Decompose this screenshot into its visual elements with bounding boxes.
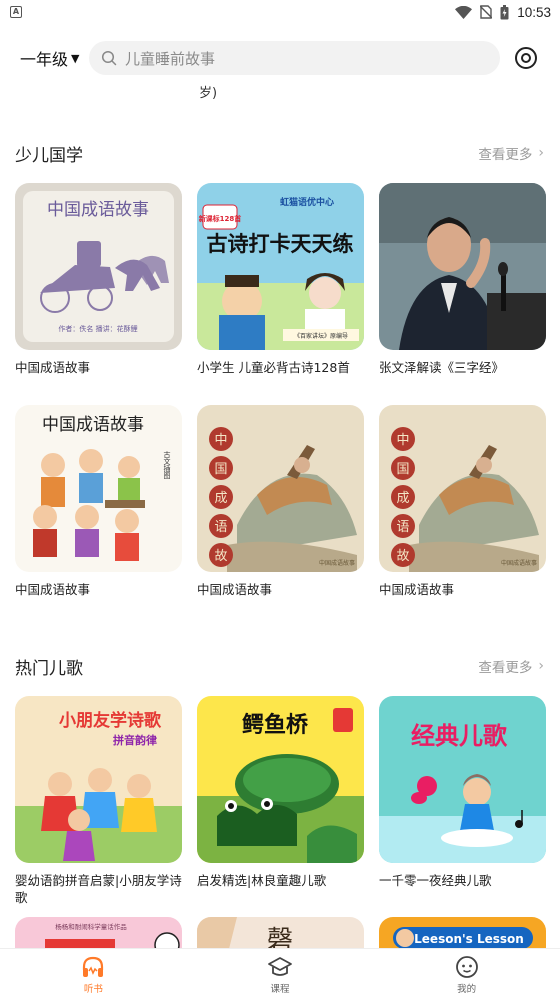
cover-title: 经典儿歌 — [411, 722, 508, 750]
grade-selector[interactable]: 一年级 ▼ — [20, 40, 79, 76]
wifi-icon — [455, 5, 473, 19]
nav-tab-listen[interactable]: 听书 — [0, 949, 187, 997]
svg-text:成: 成 — [214, 491, 227, 506]
svg-text:中: 中 — [214, 433, 227, 448]
album-cover[interactable]: 经典儿歌 — [379, 696, 546, 863]
album-cover[interactable]: 鳄鱼桥 — [197, 696, 364, 863]
album-cover[interactable] — [379, 183, 546, 350]
svg-text:古文插图: 古文插图 — [163, 450, 171, 480]
album-title: 中国成语故事 — [197, 582, 273, 597]
album-card[interactable]: 中国成语故 中国成语故事 中国成语故事 — [197, 405, 364, 598]
face-icon — [455, 956, 478, 978]
album-card[interactable]: 小朋友学诗歌 拼音韵律 婴幼语韵拼音启蒙|小朋友学诗歌 — [15, 696, 182, 906]
section-title-erge: 热门儿歌 — [15, 659, 83, 679]
album-cover[interactable]: 中国成语故事 古文插图 — [15, 405, 182, 572]
cover-credit: 作者：佚名 播讲：花酥鲤 — [58, 324, 137, 333]
svg-text:国: 国 — [214, 462, 227, 477]
album-card[interactable]: 张文泽解读《三字经》 — [379, 183, 546, 376]
section-title-guoxue: 少儿国学 — [15, 146, 83, 166]
album-title: 中国成语故事 — [379, 582, 455, 597]
svg-text:故: 故 — [214, 549, 227, 564]
notification-a-icon: A — [10, 6, 22, 18]
nav-tab-mine[interactable]: 我的 — [373, 949, 560, 997]
cover-subtitle: 《百家讲坛》原编导 — [294, 332, 348, 340]
search-bar[interactable]: 儿童睡前故事 — [89, 41, 500, 75]
album-title: 一千零一夜经典儿歌 — [379, 873, 492, 888]
album-cover[interactable]: 新课标128首 虹猫语优中心 古诗打卡天天练 《百家讲坛》原编导 — [197, 183, 364, 350]
see-more-label: 查看更多 — [478, 660, 533, 676]
album-title: 中国成语故事 — [15, 360, 91, 375]
graduation-cap-icon — [268, 957, 292, 976]
album-title: 婴幼语韵拼音启蒙|小朋友学诗歌 — [15, 873, 182, 905]
see-more-label: 查看更多 — [478, 147, 533, 163]
cover-brand: 虹猫语优中心 — [280, 196, 334, 208]
scan-icon[interactable] — [514, 46, 538, 70]
svg-text:成: 成 — [396, 491, 409, 506]
nav-tab-course[interactable]: 课程 — [187, 949, 374, 997]
svg-text:国: 国 — [396, 462, 409, 477]
album-card[interactable]: 中国成语故 中国成语故事 中国成语故事 — [379, 405, 546, 598]
album-title: 张文泽解读《三字经》 — [379, 360, 505, 375]
album-cover[interactable]: 中国成语故 中国成语故事 — [197, 405, 364, 572]
truncated-text: 岁) — [199, 86, 218, 101]
album-card[interactable]: 中国成语故事 作者：佚名 播讲：花酥鲤 中国成语故事 — [15, 183, 182, 376]
svg-text:中: 中 — [396, 433, 409, 448]
nav-label: 课程 — [270, 984, 290, 995]
album-card[interactable]: 中国成语故事 古文插图 中国成语故事 — [15, 405, 182, 598]
chevron-right-icon: › — [538, 145, 544, 161]
album-cover[interactable]: 中国成语故事 作者：佚名 播讲：花酥鲤 — [15, 183, 182, 350]
status-time: 10:53 — [517, 4, 551, 20]
svg-text:故: 故 — [396, 549, 409, 564]
cover-subtitle: 拼音韵律 — [113, 733, 157, 747]
nav-label: 听书 — [83, 984, 103, 995]
headphones-icon — [83, 956, 104, 977]
nav-label: 我的 — [457, 984, 477, 995]
album-title: 中国成语故事 — [15, 582, 91, 597]
cover-badge: 新课标128首 — [199, 214, 242, 223]
see-more-erge[interactable]: 查看更多 › — [478, 656, 544, 676]
album-title: 启发精选|林良童趣儿歌 — [197, 873, 327, 888]
cover-title: 古诗打卡天天练 — [207, 231, 354, 256]
bottom-nav: 听书 课程 我的 — [0, 948, 560, 997]
no-sim-icon — [480, 5, 493, 19]
album-cover[interactable]: 小朋友学诗歌 拼音韵律 — [15, 696, 182, 863]
top-bar: 一年级 ▼ 儿童睡前故事 — [0, 40, 560, 76]
caret-down-icon: ▼ — [71, 51, 80, 65]
cover-title: 中国成语故事 — [47, 200, 149, 220]
cover-title: 鳄鱼桥 — [242, 712, 308, 738]
svg-text:语: 语 — [214, 520, 227, 535]
status-bar: A 10:53 — [0, 0, 560, 24]
album-card[interactable]: 鳄鱼桥 启发精选|林良童趣儿歌 — [197, 696, 364, 889]
cover-title: 中国成语故事 — [501, 559, 537, 567]
cover-title: Leeson's Lesson — [414, 932, 524, 946]
search-placeholder: 儿童睡前故事 — [125, 49, 216, 68]
battery-icon — [500, 4, 509, 19]
cover-title: 杨杨和耐闹科学童话作品 — [55, 922, 127, 931]
svg-text:语: 语 — [396, 520, 409, 535]
see-more-guoxue[interactable]: 查看更多 › — [478, 143, 544, 163]
cover-title: 中国成语故事 — [42, 415, 144, 435]
album-cover[interactable]: 中国成语故 中国成语故事 — [379, 405, 546, 572]
album-card[interactable]: 经典儿歌 一千零一夜经典儿歌 — [379, 696, 546, 889]
grade-label: 一年级 — [20, 50, 69, 69]
search-icon — [101, 50, 117, 66]
album-card[interactable]: 新课标128首 虹猫语优中心 古诗打卡天天练 《百家讲坛》原编导 小学生 儿童必… — [197, 183, 364, 376]
cover-title: 中国成语故事 — [319, 559, 355, 567]
album-title: 小学生 儿童必背古诗128首 — [197, 360, 350, 375]
chevron-right-icon: › — [538, 658, 544, 674]
cover-title: 小朋友学诗歌 — [59, 710, 162, 731]
